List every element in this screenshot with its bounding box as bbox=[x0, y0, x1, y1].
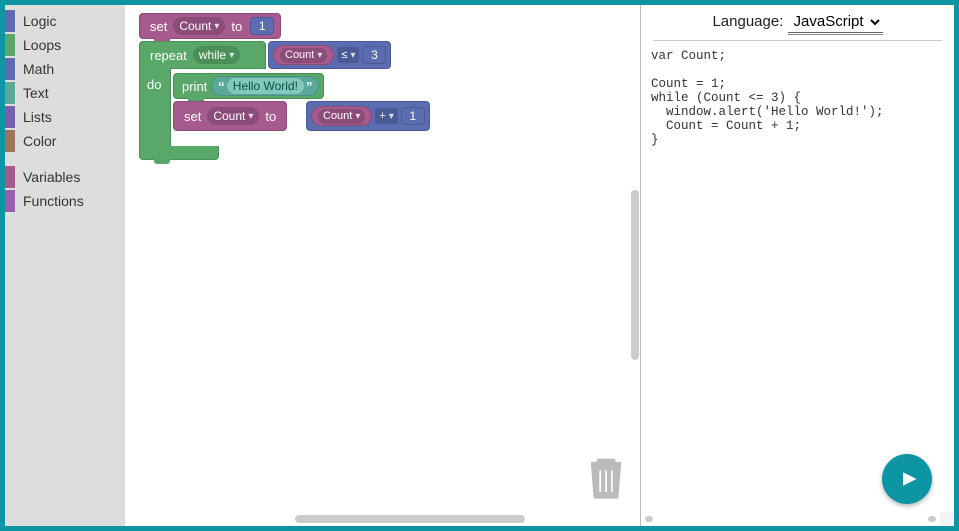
connector-notch bbox=[154, 158, 170, 164]
variable-name: Count bbox=[179, 19, 211, 33]
set-label: set bbox=[146, 19, 171, 34]
repeat-foot bbox=[139, 146, 219, 160]
workspace[interactable]: set Count▾ to 1 repeat while▾ Count▾ bbox=[125, 5, 640, 526]
category-color bbox=[5, 130, 15, 152]
scroll-arrow-left[interactable] bbox=[645, 516, 653, 522]
toolbox-separator bbox=[5, 153, 125, 165]
category-color bbox=[5, 82, 15, 104]
chevron-down-icon: ▾ bbox=[229, 50, 234, 61]
category-color bbox=[5, 34, 15, 56]
trash-icon[interactable] bbox=[586, 453, 626, 504]
number-input[interactable]: 1 bbox=[401, 107, 425, 125]
toolbox-item-math[interactable]: Math bbox=[5, 57, 125, 81]
scroll-corner bbox=[940, 512, 954, 526]
block-print[interactable]: print “ Hello World! ” bbox=[173, 73, 324, 99]
category-color bbox=[5, 10, 15, 32]
variable-dropdown[interactable]: Count▾ bbox=[173, 17, 225, 35]
category-color bbox=[5, 190, 15, 212]
operator-dropdown[interactable]: ≤▾ bbox=[337, 47, 359, 63]
block-compare[interactable]: Count▾ ≤▾ 3 bbox=[268, 41, 391, 69]
scrollbar-thumb[interactable] bbox=[295, 515, 525, 523]
toolbox-item-lists[interactable]: Lists bbox=[5, 105, 125, 129]
chevron-down-icon: ▾ bbox=[317, 50, 322, 61]
text-value[interactable]: “ Hello World! ” bbox=[211, 76, 319, 96]
toolbox-label: Variables bbox=[23, 169, 80, 185]
toolbox-item-variables[interactable]: Variables bbox=[5, 165, 125, 189]
do-label: do bbox=[147, 77, 161, 92]
repeat-mode-dropdown[interactable]: while▾ bbox=[193, 46, 240, 64]
variable-name: Count bbox=[285, 49, 314, 61]
chevron-down-icon: ▾ bbox=[355, 111, 360, 122]
chevron-down-icon: ▾ bbox=[350, 50, 355, 61]
to-label: to bbox=[227, 19, 246, 34]
language-label: Language: bbox=[712, 13, 783, 30]
operator-label: + bbox=[379, 110, 385, 122]
variable-name: Count bbox=[323, 110, 352, 122]
toolbox-label: Lists bbox=[23, 109, 52, 125]
block-set-count-increment[interactable]: set Count▾ to bbox=[173, 101, 287, 131]
scrollbar-thumb[interactable] bbox=[631, 190, 639, 360]
variable-dropdown[interactable]: Count▾ bbox=[207, 107, 259, 125]
mode-label: while bbox=[199, 48, 226, 62]
divider bbox=[653, 40, 942, 41]
variable-name: Count bbox=[213, 109, 245, 123]
app-frame: Logic Loops Math Text Lists Color Variab… bbox=[0, 0, 959, 531]
vertical-scrollbar[interactable] bbox=[627, 5, 640, 512]
block-repeat-while[interactable]: repeat while▾ bbox=[139, 41, 266, 69]
repeat-label: repeat bbox=[146, 48, 191, 63]
quote-close-icon: ” bbox=[304, 79, 315, 94]
toolbox-item-text[interactable]: Text bbox=[5, 81, 125, 105]
quote-open-icon: “ bbox=[216, 79, 227, 94]
variable-pill[interactable]: Count▾ bbox=[311, 106, 372, 126]
block-arithmetic[interactable]: Count▾ +▾ 1 bbox=[306, 101, 430, 131]
toolbox-item-functions[interactable]: Functions bbox=[5, 189, 125, 213]
category-color bbox=[5, 166, 15, 188]
number-input[interactable]: 3 bbox=[362, 46, 386, 64]
to-label: to bbox=[261, 109, 280, 124]
operator-dropdown[interactable]: +▾ bbox=[375, 108, 397, 124]
toolbox-label: Loops bbox=[23, 37, 61, 53]
scroll-arrow-right[interactable] bbox=[928, 516, 936, 522]
chevron-down-icon: ▾ bbox=[389, 111, 394, 122]
operator-label: ≤ bbox=[341, 49, 347, 61]
block-set-count-1[interactable]: set Count▾ to 1 bbox=[139, 13, 281, 39]
language-select[interactable]: JavaScript bbox=[788, 11, 883, 33]
toolbox-item-color[interactable]: Color bbox=[5, 129, 125, 153]
category-color bbox=[5, 106, 15, 128]
code-panel: Language: JavaScript var Count; Count = … bbox=[640, 5, 954, 526]
category-color bbox=[5, 58, 15, 80]
set-label: set bbox=[180, 109, 205, 124]
toolbox-label: Math bbox=[23, 61, 54, 77]
run-button[interactable] bbox=[882, 454, 932, 504]
toolbox: Logic Loops Math Text Lists Color Variab… bbox=[5, 5, 125, 526]
play-icon bbox=[900, 470, 918, 488]
toolbox-item-logic[interactable]: Logic bbox=[5, 9, 125, 33]
toolbox-label: Logic bbox=[23, 13, 56, 29]
code-header: Language: JavaScript bbox=[641, 5, 954, 38]
toolbox-label: Color bbox=[23, 133, 56, 149]
text-literal[interactable]: Hello World! bbox=[227, 78, 304, 94]
number-input[interactable]: 1 bbox=[250, 17, 274, 35]
toolbox-item-loops[interactable]: Loops bbox=[5, 33, 125, 57]
toolbox-label: Functions bbox=[23, 193, 84, 209]
code-hscroll[interactable] bbox=[641, 512, 940, 526]
variable-pill[interactable]: Count▾ bbox=[273, 45, 334, 65]
horizontal-scrollbar[interactable] bbox=[125, 512, 640, 526]
print-label: print bbox=[178, 79, 211, 94]
chevron-down-icon: ▾ bbox=[214, 21, 219, 32]
toolbox-label: Text bbox=[23, 85, 49, 101]
chevron-down-icon: ▾ bbox=[248, 111, 253, 122]
